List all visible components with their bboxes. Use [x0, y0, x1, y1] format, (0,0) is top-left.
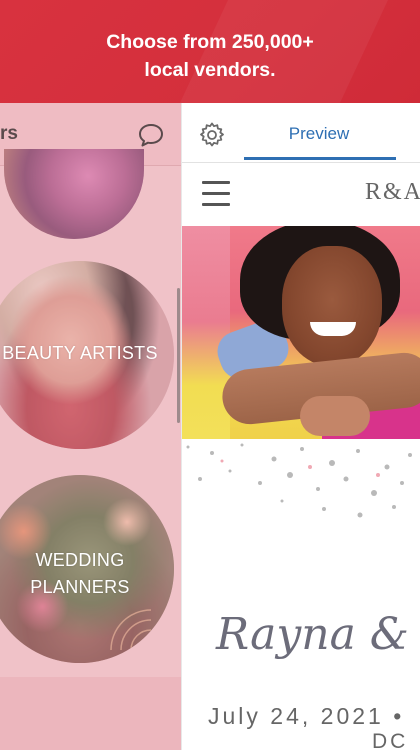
vendor-category-beauty-artists[interactable]: BEAUTY ARTISTS: [0, 261, 174, 449]
wedding-date: July 24, 2021 •: [208, 703, 405, 729]
hamburger-icon[interactable]: [202, 181, 230, 206]
banner-line-2: local vendors.: [144, 59, 276, 81]
tab-preview-indicator: [244, 157, 396, 160]
chat-bubble-icon[interactable]: [137, 121, 165, 149]
gear-icon[interactable]: [198, 121, 226, 149]
confetti-dots-decoration: [186, 443, 412, 518]
card-overlay: [4, 149, 144, 239]
category-label: BEAUTY ARTISTS: [2, 343, 158, 363]
wedding-location: DC: [372, 730, 409, 750]
couple-photo: [182, 226, 420, 439]
promo-banner: Choose from 250,000+ local vendors.: [0, 0, 420, 103]
banner-headline: Choose from 250,000+ local vendors.: [0, 28, 420, 84]
couple-name: Rayna &: [216, 609, 409, 660]
tab-preview[interactable]: Preview: [244, 124, 394, 144]
vendors-bottom-bar: [0, 677, 181, 750]
vendors-panel: rs Your Vendors BEAUTY ARTISTS WEDDING P…: [0, 103, 181, 750]
scrollbar[interactable]: [177, 288, 180, 423]
preview-header-divider: [182, 162, 420, 163]
vendors-title: rs: [0, 123, 18, 144]
geometric-pattern-icon: [110, 609, 152, 651]
preview-panel: Preview R&A Rayna & July 24, 2021 • DC: [181, 103, 420, 750]
vendor-category-card[interactable]: [4, 149, 144, 239]
category-label-line-1: WEDDING: [35, 550, 125, 570]
vendor-category-wedding-planners[interactable]: WEDDING PLANNERS: [0, 475, 174, 663]
banner-line-1: Choose from 250,000+: [106, 31, 314, 53]
site-title: R&A: [365, 179, 420, 205]
